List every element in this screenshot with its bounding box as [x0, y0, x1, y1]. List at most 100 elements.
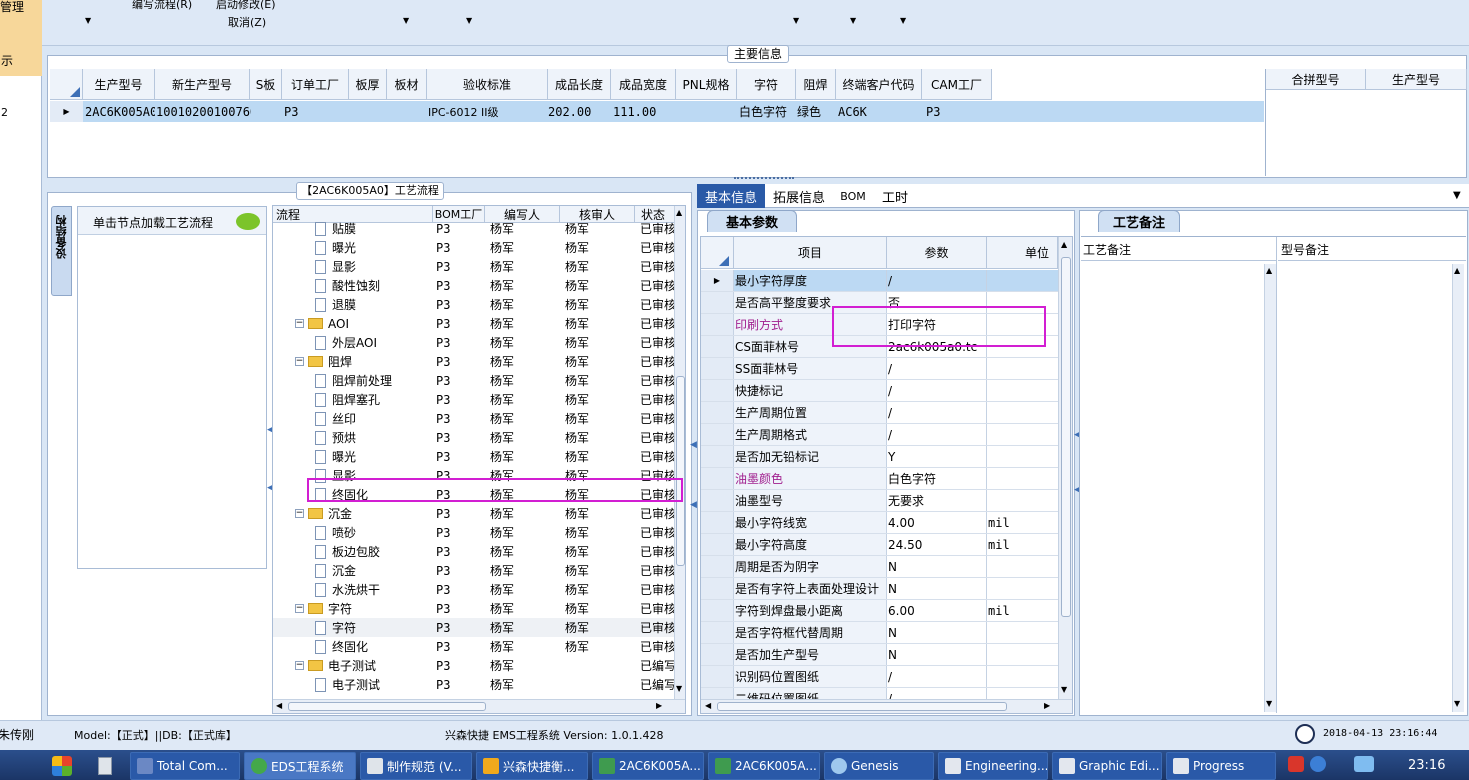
param-row[interactable]: 生产周期位置 / [701, 402, 1058, 424]
col-header[interactable]: 项目 [734, 237, 887, 268]
cell-width[interactable]: 111.00 [613, 101, 676, 122]
param-value[interactable]: / [887, 380, 987, 401]
tree-node-label[interactable]: 字符 [332, 619, 356, 636]
notes-process-box[interactable]: 工艺备注 ▲ ▼ [1081, 237, 1277, 713]
col-header[interactable]: 新生产型号 [155, 69, 250, 99]
notes-vscroll[interactable]: ▲ ▼ [1452, 264, 1464, 712]
col-header[interactable]: 阻焊 [796, 69, 836, 99]
taskbar-item[interactable]: Total Com... [130, 752, 240, 780]
dropdown-arrow-icon[interactable]: ▼ [793, 16, 799, 25]
menu-item-modify[interactable]: 启动修改(E) [216, 0, 276, 12]
cell-factory[interactable]: P3 [284, 101, 344, 122]
cell-solder[interactable]: 绿色 [797, 101, 835, 122]
row-selector[interactable] [701, 358, 734, 379]
tree-node-label[interactable]: 预烘 [332, 429, 356, 446]
tree-row[interactable]: − 电子测试 P3 杨军 已编写 [273, 656, 675, 675]
basic-vscroll[interactable]: ▲ ▼ [1058, 237, 1072, 699]
menu-item-cancel[interactable]: 取消(Z) [228, 14, 266, 30]
tree-node-label[interactable]: 阻焊 [328, 353, 352, 370]
taskbar-item[interactable]: Progress [1166, 752, 1276, 780]
scroll-thumb[interactable] [288, 702, 486, 711]
tree-row[interactable]: 沉金 P3 杨军 杨军 已审核 [273, 561, 675, 580]
side-tab[interactable]: 设备结构 [51, 206, 72, 296]
collapse-toggle-icon[interactable]: − [295, 319, 304, 328]
row-selector[interactable] [701, 512, 734, 533]
col-header[interactable]: 单位 [987, 237, 1058, 268]
tree-node-label[interactable]: 沉金 [328, 505, 352, 522]
left-cut-label[interactable]: 管理 [0, 0, 24, 15]
param-row[interactable]: SS面菲林号 / [701, 358, 1058, 380]
param-row[interactable]: ▶ 最小字符厚度 / [701, 270, 1058, 292]
tab-basic-info[interactable]: 基本信息 [697, 184, 765, 208]
tree-row[interactable]: 阻焊前处理 P3 杨军 杨军 已审核 [273, 371, 675, 390]
scroll-thumb[interactable] [1061, 257, 1071, 617]
taskbar-item-active[interactable]: EDS工程系统 [244, 752, 356, 780]
scroll-left-icon[interactable]: ◀ [705, 701, 711, 710]
scroll-down-icon[interactable]: ▼ [1454, 699, 1460, 708]
tree-row[interactable]: − AOI P3 杨军 杨军 已审核 [273, 314, 675, 333]
table-row[interactable]: ▶ 2AC6K005A0 10010200100760 P3 IPC-6012 … [50, 101, 1264, 122]
taskbar-item[interactable]: 兴森快捷衡... [476, 752, 588, 780]
hint-text[interactable]: 单击节点加载工艺流程 [93, 214, 213, 231]
param-row[interactable]: 油墨型号 无要求 [701, 490, 1058, 512]
row-selector[interactable] [701, 666, 734, 687]
splitter-grip[interactable] [734, 177, 794, 182]
tree-node-label[interactable]: 电子测试 [332, 676, 380, 693]
tree-node-label[interactable]: 电子测试 [328, 657, 376, 674]
tree-node-label[interactable]: 贴膜 [332, 220, 356, 237]
param-value[interactable]: / [887, 270, 987, 291]
col-header[interactable]: 终端客户代码 [836, 69, 922, 99]
param-value[interactable]: / [887, 402, 987, 423]
param-value[interactable]: 白色字符 [887, 468, 987, 489]
cell-standard[interactable]: IPC-6012 II级 [428, 101, 548, 122]
taskbar-item[interactable]: 2AC6K005A... [708, 752, 820, 780]
notes-title-tab[interactable]: 工艺备注 [1098, 210, 1180, 232]
left-cut-label2[interactable]: 示 [1, 52, 13, 69]
cell-length[interactable]: 202.00 [548, 101, 611, 122]
scroll-up-icon[interactable]: ▲ [1454, 266, 1460, 275]
start-button-icon[interactable] [52, 756, 72, 776]
param-value[interactable]: 4.00 [887, 512, 987, 533]
tree-node-label[interactable]: 曝光 [332, 239, 356, 256]
param-value[interactable]: Y [887, 446, 987, 467]
row-selector[interactable] [701, 424, 734, 445]
tree-row[interactable]: − 沉金 P3 杨军 杨军 已审核 [273, 504, 675, 523]
dropdown-arrow-icon[interactable]: ▼ [850, 16, 856, 25]
row-selector[interactable] [701, 336, 734, 357]
tree-node-label[interactable]: 曝光 [332, 448, 356, 465]
param-value[interactable]: / [887, 358, 987, 379]
param-row[interactable]: 是否加生产型号 N [701, 644, 1058, 666]
splitter-arrow-icon[interactable]: ◀ [690, 440, 697, 450]
tree-row[interactable]: 丝印 P3 杨军 杨军 已审核 [273, 409, 675, 428]
dropdown-arrow-icon[interactable]: ▼ [900, 16, 906, 25]
col-header[interactable]: CAM工厂 [922, 69, 992, 99]
row-selector[interactable] [701, 556, 734, 577]
col-header[interactable]: 成品长度 [548, 69, 611, 99]
param-value[interactable]: / [887, 424, 987, 445]
scroll-down-icon[interactable]: ▼ [1266, 699, 1272, 708]
tree-row[interactable]: 终固化 P3 杨军 杨军 已审核 [273, 637, 675, 656]
cell-new-model[interactable]: 10010200100760 [156, 101, 251, 122]
row-selector[interactable] [701, 622, 734, 643]
tree-hscroll[interactable]: ◀ ▶ [273, 699, 685, 713]
col-header[interactable]: 成品宽度 [611, 69, 676, 99]
tab-dropdown-icon[interactable]: ▼ [1453, 190, 1461, 201]
tree-row[interactable]: 外层AOI P3 杨军 杨军 已审核 [273, 333, 675, 352]
dropdown-arrow-icon[interactable]: ▼ [85, 16, 91, 25]
param-row[interactable]: 周期是否为阴字 N [701, 556, 1058, 578]
tree-node-label[interactable]: 酸性蚀刻 [332, 277, 380, 294]
col-header[interactable]: 板厚 [349, 69, 387, 99]
basic-hscroll[interactable]: ◀ ▶ [701, 699, 1072, 713]
tab-hours[interactable]: 工时 [875, 184, 915, 208]
row-selector[interactable] [701, 446, 734, 467]
col-header[interactable]: 订单工厂 [282, 69, 349, 99]
tree-node-label[interactable]: 字符 [328, 600, 352, 617]
tree-node-label[interactable]: 显影 [332, 258, 356, 275]
param-value[interactable]: / [887, 666, 987, 687]
scroll-up-icon[interactable]: ▲ [1266, 266, 1272, 275]
tree-row[interactable]: 阻焊塞孔 P3 杨军 杨军 已审核 [273, 390, 675, 409]
tree-node-label[interactable]: 阻焊塞孔 [332, 391, 380, 408]
taskbar-item[interactable]: Genesis [824, 752, 934, 780]
param-value[interactable]: 无要求 [887, 490, 987, 511]
tree-node-label[interactable]: 板边包胶 [332, 543, 380, 560]
